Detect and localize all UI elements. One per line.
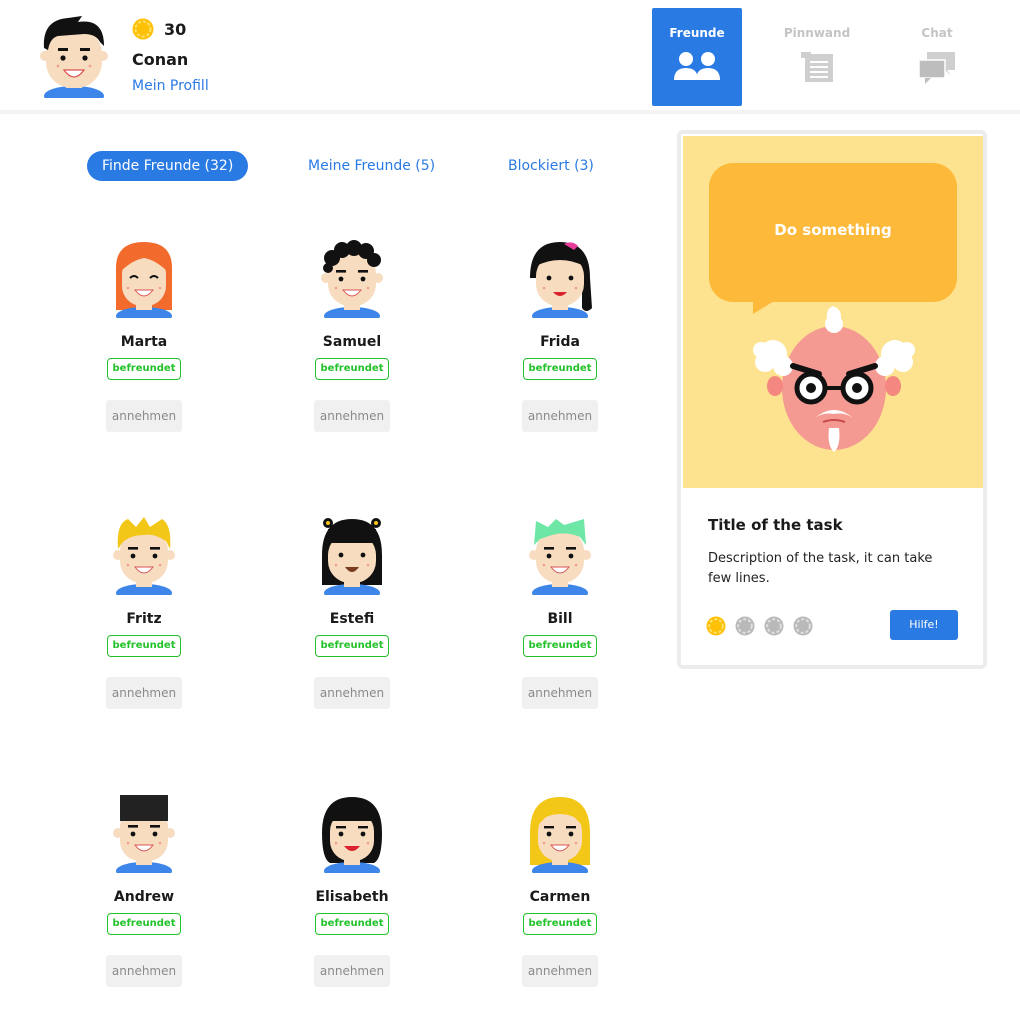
tab-friends[interactable]: Freunde (652, 8, 742, 106)
friends-icon (674, 52, 720, 80)
accept-button[interactable]: annehmen (314, 955, 390, 987)
friend-name: Frida (540, 334, 580, 350)
friend-name: Carmen (529, 889, 591, 905)
accept-button[interactable]: annehmen (522, 400, 598, 432)
points-display: 30 (132, 16, 186, 42)
friend-card: Bill befreundet annehmen (480, 515, 640, 715)
professor-illustration (753, 306, 915, 452)
tab-blocked[interactable]: Blockiert (3) (493, 151, 609, 181)
status-badge: befreundet (523, 913, 597, 935)
status-badge: befreundet (523, 635, 597, 657)
task-illustration: Do something (683, 136, 983, 488)
board-icon (801, 52, 833, 82)
friend-avatar[interactable] (318, 793, 386, 873)
tab-board-label: Pinnwand (783, 26, 851, 40)
coin-empty-icon (793, 616, 813, 636)
help-button[interactable]: Hilfe! (890, 610, 958, 640)
friend-card: Andrew befreundet annehmen (64, 793, 224, 993)
accept-button[interactable]: annehmen (106, 677, 182, 709)
user-name: Conan (132, 50, 189, 69)
friend-card: Estefi befreundet annehmen (272, 515, 432, 715)
my-profile-link[interactable]: Mein Profill (132, 78, 209, 94)
tab-board[interactable]: Pinnwand (772, 8, 862, 106)
status-badge: befreundet (107, 913, 181, 935)
tab-find-friends[interactable]: Finde Freunde (32) (87, 151, 249, 181)
friend-avatar[interactable] (110, 515, 178, 595)
task-description: Description of the task, it can take few… (708, 551, 933, 586)
task-card: Do something Title of the task Descripti… (677, 130, 987, 669)
accept-button[interactable]: annehmen (522, 955, 598, 987)
accept-button[interactable]: annehmen (106, 955, 182, 987)
user-avatar[interactable] (38, 12, 110, 98)
friend-avatar[interactable] (318, 515, 386, 595)
friend-name: Andrew (113, 889, 175, 905)
friend-avatar[interactable] (526, 515, 594, 595)
friend-avatar[interactable] (318, 238, 386, 318)
friend-avatar[interactable] (526, 793, 594, 873)
friend-name: Elisabeth (315, 889, 389, 905)
tab-chat[interactable]: Chat (892, 8, 982, 106)
accept-button[interactable]: annehmen (106, 400, 182, 432)
speech-bubble-text: Do something (774, 221, 892, 239)
status-badge: befreundet (315, 358, 389, 380)
status-badge: befreundet (315, 913, 389, 935)
friend-card: Carmen befreundet annehmen (480, 793, 640, 993)
accept-button[interactable]: annehmen (314, 677, 390, 709)
speech-bubble: Do something (709, 163, 957, 302)
friend-card: Marta befreundet annehmen (64, 238, 224, 438)
friend-avatar[interactable] (110, 793, 178, 873)
friend-name: Estefi (329, 611, 375, 627)
friend-avatar[interactable] (110, 238, 178, 318)
tab-chat-label: Chat (921, 26, 953, 40)
status-badge: befreundet (523, 358, 597, 380)
tab-my-friends[interactable]: Meine Freunde (5) (293, 151, 450, 181)
task-title: Title of the task (708, 516, 843, 534)
task-progress (706, 616, 813, 636)
status-badge: befreundet (107, 358, 181, 380)
friend-avatar[interactable] (526, 238, 594, 318)
coin-icon (132, 18, 154, 40)
tab-friends-label: Freunde (669, 26, 725, 40)
coin-icon (706, 616, 726, 636)
chat-icon (918, 52, 955, 84)
status-badge: befreundet (315, 635, 389, 657)
coin-empty-icon (764, 616, 784, 636)
top-header: 30 Conan Mein Profill Freunde Pinnwand C… (0, 0, 1020, 114)
friend-name: Samuel (322, 334, 382, 350)
friend-card: Elisabeth befreundet annehmen (272, 793, 432, 993)
accept-button[interactable]: annehmen (522, 677, 598, 709)
points-value: 30 (164, 19, 187, 39)
friend-card: Samuel befreundet annehmen (272, 238, 432, 438)
coin-empty-icon (735, 616, 755, 636)
friend-name: Bill (547, 611, 573, 627)
friend-name: Marta (120, 334, 168, 350)
status-badge: befreundet (107, 635, 181, 657)
friend-card: Fritz befreundet annehmen (64, 515, 224, 715)
friend-name: Fritz (126, 611, 162, 627)
friend-card: Frida befreundet annehmen (480, 238, 640, 438)
accept-button[interactable]: annehmen (314, 400, 390, 432)
